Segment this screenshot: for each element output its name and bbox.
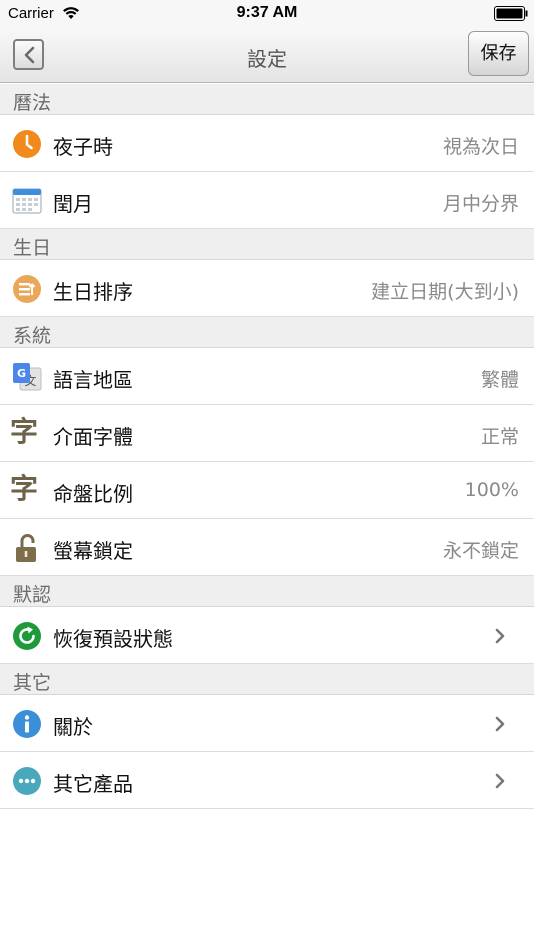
section-title: 曆法: [13, 92, 52, 114]
font-icon: 字: [10, 472, 39, 505]
setting-label: 語言地區: [53, 368, 133, 392]
svg-text:G: G: [17, 367, 26, 380]
setting-row-interface-font[interactable]: 字 介面字體 正常: [0, 405, 534, 462]
info-icon: [13, 710, 41, 738]
setting-row-restore-defaults[interactable]: 恢復預設狀態: [0, 607, 534, 664]
chevron-right-icon: [495, 773, 505, 789]
setting-label: 關於: [53, 715, 93, 739]
clock-time: 9:37 AM: [236, 4, 298, 21]
save-button[interactable]: 保存: [468, 31, 529, 76]
clock-icon: [13, 130, 41, 158]
chevron-right-icon: [495, 628, 505, 644]
section-header-other: 其它: [0, 664, 534, 695]
setting-row-other-products[interactable]: 其它產品: [0, 752, 534, 809]
setting-value: 視為次日: [442, 136, 519, 158]
setting-label: 生日排序: [53, 280, 133, 304]
setting-value: 月中分界: [442, 193, 519, 215]
translate-icon: 文 G: [13, 363, 42, 391]
setting-value: 建立日期(大到小): [371, 281, 519, 303]
setting-label: 螢幕鎖定: [53, 539, 133, 563]
setting-row-about[interactable]: 關於: [0, 695, 534, 752]
setting-value: 正常: [480, 426, 519, 448]
setting-row-leap-month[interactable]: 閏月 月中分界: [0, 172, 534, 229]
setting-row-screen-lock[interactable]: 螢幕鎖定 永不鎖定: [0, 519, 534, 576]
font-icon: 字: [10, 415, 39, 448]
setting-row-birthday-sort[interactable]: 生日排序 建立日期(大到小): [0, 260, 534, 317]
chevron-left-icon: [24, 46, 35, 64]
setting-label: 介面字體: [53, 425, 133, 449]
section-title: 默認: [13, 584, 52, 606]
setting-label: 閏月: [53, 192, 93, 216]
setting-row-chart-scale[interactable]: 字 命盤比例 100%: [0, 462, 534, 519]
setting-value: 永不鎖定: [442, 540, 519, 562]
status-bar: Carrier 9:37 AM: [0, 0, 534, 28]
setting-label: 命盤比例: [53, 482, 133, 506]
reset-icon: [13, 622, 41, 650]
setting-value: 100%: [464, 479, 519, 501]
setting-label: 恢復預設狀態: [53, 627, 173, 651]
battery-icon: [494, 6, 528, 21]
setting-label: 夜子時: [53, 135, 113, 159]
lock-icon: [16, 534, 36, 562]
section-title: 生日: [13, 237, 52, 259]
section-header-defaults: 默認: [0, 576, 534, 607]
page-title: 設定: [247, 47, 287, 71]
more-icon: [13, 767, 41, 795]
section-header-system: 系統: [0, 317, 534, 348]
section-header-birthday: 生日: [0, 229, 534, 260]
sort-icon: [13, 275, 41, 303]
section-header-calendar: 曆法: [0, 84, 534, 115]
section-title: 其它: [13, 672, 52, 694]
navigation-bar: 設定 保存: [0, 28, 534, 83]
setting-value: 繁體: [480, 369, 519, 391]
section-title: 系統: [13, 325, 52, 347]
calendar-icon: [12, 188, 42, 214]
setting-row-language-region[interactable]: 文 G 語言地區 繁體: [0, 348, 534, 405]
chevron-right-icon: [495, 716, 505, 732]
setting-label: 其它產品: [53, 772, 133, 796]
back-button[interactable]: [13, 39, 44, 70]
setting-row-night-zi-hour[interactable]: 夜子時 視為次日: [0, 115, 534, 172]
